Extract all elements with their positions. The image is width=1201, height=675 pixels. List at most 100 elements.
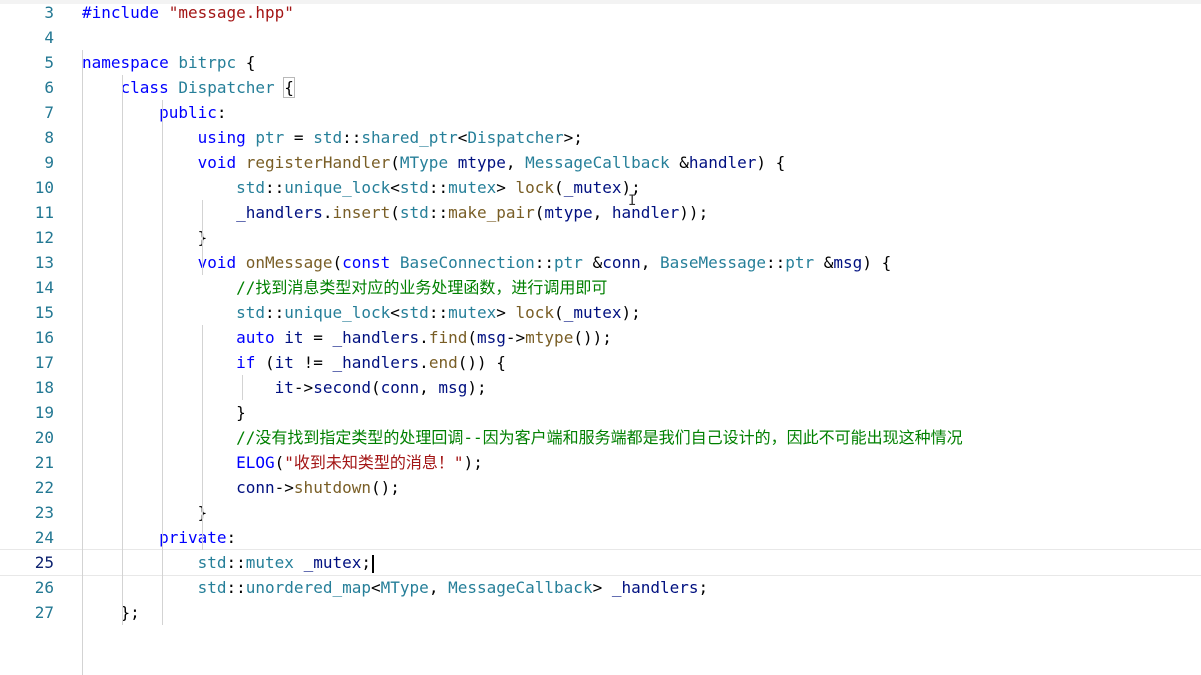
line-number: 19 xyxy=(34,403,54,422)
code-line[interactable]: 25 std::mutex _mutex; xyxy=(0,549,1201,576)
code-token: != xyxy=(293,353,333,372)
code-token: unique_lock xyxy=(284,178,391,197)
code-text: std::unique_lock<std::mutex> lock(_mutex… xyxy=(82,300,641,325)
indent-guide xyxy=(202,200,203,275)
line-number: 8 xyxy=(44,128,54,147)
code-text: void registerHandler(MType mtype, Messag… xyxy=(82,150,786,175)
code-token: > xyxy=(592,578,612,597)
code-text: //没有找到指定类型的处理回调--因为客户端和服务端都是我们自己设计的，因此不可… xyxy=(82,425,963,450)
code-token: . xyxy=(419,353,429,372)
line-number: 13 xyxy=(34,253,54,272)
line-number: 24 xyxy=(34,528,54,547)
code-token: , xyxy=(592,203,612,222)
code-token: < xyxy=(371,578,381,597)
code-token: , xyxy=(428,578,449,597)
code-token: ; xyxy=(698,578,709,597)
code-line[interactable]: 14 //找到消息类型对应的业务处理函数，进行调用即可 xyxy=(0,275,1201,300)
code-token: } xyxy=(82,228,208,247)
code-token: it xyxy=(274,378,294,397)
code-line[interactable]: 6 class Dispatcher { xyxy=(0,75,1201,100)
code-token: handler xyxy=(611,203,680,222)
code-line[interactable]: 21 ELOG("收到未知类型的消息！"); xyxy=(0,450,1201,475)
code-line[interactable]: 24 private: xyxy=(0,525,1201,550)
code-token: _handlers xyxy=(332,353,420,372)
code-token: :: xyxy=(765,253,786,272)
code-token: end xyxy=(428,353,458,372)
code-token: shutdown xyxy=(293,478,371,497)
code-line[interactable]: 20 //没有找到指定类型的处理回调--因为客户端和服务端都是我们自己设计的，因… xyxy=(0,425,1201,450)
code-token: _handlers xyxy=(236,203,323,222)
code-line[interactable]: 17 if (it != _handlers.end()) { xyxy=(0,350,1201,375)
code-token: using xyxy=(197,128,256,147)
code-token: conn xyxy=(602,253,641,272)
code-token: < xyxy=(390,303,400,322)
code-token: //找到消息类型对应的业务处理函数，进行调用即可 xyxy=(236,278,608,297)
code-line[interactable]: 18 it->second(conn, msg); xyxy=(0,375,1201,400)
indent-guide xyxy=(242,375,243,400)
code-line[interactable]: 5 namespace bitrpc { xyxy=(0,50,1201,75)
code-token: it xyxy=(274,353,294,372)
line-number: 6 xyxy=(44,78,54,97)
indent-guide xyxy=(162,100,163,600)
code-text: void onMessage(const BaseConnection::ptr… xyxy=(82,250,892,275)
code-text: namespace bitrpc { xyxy=(82,50,255,75)
code-token: if xyxy=(236,353,266,372)
line-number: 16 xyxy=(34,328,54,347)
code-token: ( xyxy=(534,203,545,222)
code-line[interactable]: 26 std::unordered_map<MType, MessageCall… xyxy=(0,575,1201,600)
code-token: void xyxy=(197,153,246,172)
code-token: . xyxy=(419,328,429,347)
code-token: _mutex xyxy=(563,178,622,197)
code-editor[interactable]: 3 #include "message.hpp" 4 5 namespace bitrp… xyxy=(0,0,1201,675)
code-line[interactable]: 12 } xyxy=(0,225,1201,250)
code-token: //没有找到指定类型的处理回调--因为客户端和服务端都是我们自己设计的，因此不可… xyxy=(236,428,963,447)
code-line[interactable]: 8 using ptr = std::shared_ptr<Dispatcher… xyxy=(0,125,1201,150)
code-token: insert xyxy=(332,203,391,222)
code-token: conn xyxy=(380,378,420,397)
code-token: ); xyxy=(463,453,483,472)
code-line[interactable]: 3 #include "message.hpp" xyxy=(0,0,1201,25)
line-number: 18 xyxy=(34,378,54,397)
code-line[interactable]: 15 std::unique_lock<std::mutex> lock(_mu… xyxy=(0,300,1201,325)
code-token: _mutex xyxy=(303,553,362,572)
code-text: using ptr = std::shared_ptr<Dispatcher>; xyxy=(82,125,583,150)
code-text: } xyxy=(82,225,208,250)
code-text: it->second(conn, msg); xyxy=(82,375,487,400)
code-token: : xyxy=(216,103,227,122)
code-token: :: xyxy=(428,303,449,322)
code-token: BaseMessage xyxy=(660,253,766,272)
code-line[interactable]: 7 public: xyxy=(0,100,1201,125)
code-token: ( xyxy=(554,178,564,197)
code-line[interactable]: 9 void registerHandler(MType mtype, Mess… xyxy=(0,150,1201,175)
code-line[interactable]: 19 } xyxy=(0,400,1201,425)
code-line[interactable]: 22 conn->shutdown(); xyxy=(0,475,1201,500)
code-token: unique_lock xyxy=(284,303,391,322)
code-token: make_pair xyxy=(448,203,535,222)
code-token: msg xyxy=(833,253,863,272)
code-text: std::unordered_map<MType, MessageCallbac… xyxy=(82,575,709,600)
code-line[interactable]: 4 xyxy=(0,25,1201,50)
code-text: if (it != _handlers.end()) { xyxy=(82,350,506,375)
code-token: & xyxy=(669,153,689,172)
code-token: private xyxy=(159,528,227,547)
code-token: ( xyxy=(370,378,381,397)
code-token: :: xyxy=(342,128,362,147)
code-line[interactable]: 23 } xyxy=(0,500,1201,525)
code-token: >; xyxy=(563,128,583,147)
code-token: MType xyxy=(399,153,449,172)
code-token: Dispatcher xyxy=(467,128,564,147)
code-line[interactable]: 10 std::unique_lock<std::mutex> lock(_mu… xyxy=(0,175,1201,200)
code-line[interactable]: 13 void onMessage(const BaseConnection::… xyxy=(0,250,1201,275)
code-line[interactable]: 11 _handlers.insert(std::make_pair(mtype… xyxy=(0,200,1201,225)
code-token: mutex xyxy=(448,178,497,197)
code-token: > xyxy=(496,303,516,322)
indent-guide xyxy=(82,50,83,675)
code-token: std xyxy=(399,303,429,322)
code-line[interactable]: 16 auto it = _handlers.find(msg->mtype()… xyxy=(0,325,1201,350)
code-token: = xyxy=(303,328,333,347)
